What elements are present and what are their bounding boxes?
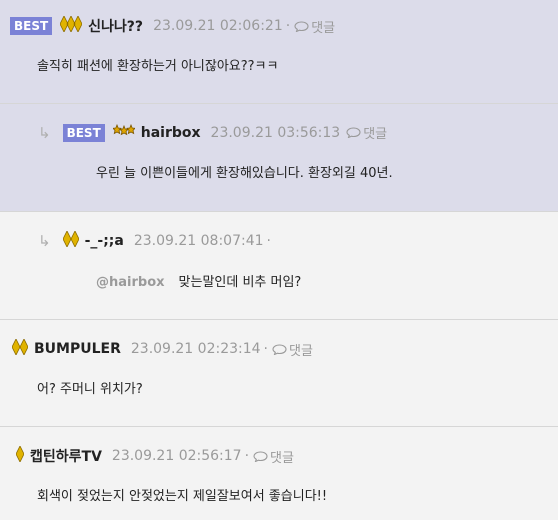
comment-date: 23.09.21 02:56:17 [111, 448, 242, 464]
best-badge: BEST [62, 123, 105, 142]
comment-date: 23.09.21 02:23:14 [130, 341, 261, 357]
comment-date: 23.09.21 03:56:13 [210, 124, 341, 141]
reply-button[interactable]: 댓글 [253, 447, 294, 466]
comment-item: 캡틴하루TV 23.09.21 02:56:17 · 댓글 회색이 젖었는지 안… [0, 427, 558, 520]
level-icon [111, 123, 136, 142]
reply-button[interactable]: 댓글 [346, 123, 387, 142]
separator-dot: · [266, 233, 271, 249]
separator-dot: · [285, 18, 291, 34]
author-nickname[interactable]: hairbox [141, 125, 201, 141]
speech-bubble-icon [253, 450, 268, 462]
reply-button[interactable]: 댓글 [272, 340, 313, 359]
author-nickname[interactable]: 캡틴하루TV [30, 446, 102, 466]
level-icon [15, 445, 25, 466]
level-icon [11, 338, 29, 359]
comment-text: 맞는말인데 비추 머임? [178, 275, 302, 290]
comment-text: 솔직히 패션에 환장하는거 아니잖아요??ㅋㅋ [37, 59, 279, 74]
level-icon [62, 230, 80, 251]
comment-date: 23.09.21 02:06:21 [153, 18, 283, 34]
reply-item: ↳ -_-;;a 23.09.21 08:07:41 · @hairbox 맞는말… [0, 212, 558, 320]
speech-bubble-icon [272, 343, 287, 355]
comment-item: BEST 신나나?? 23.09.21 02:06:21 · 댓글 솔직히 패션… [0, 0, 558, 104]
speech-bubble-icon [294, 20, 309, 32]
best-badge: BEST [10, 17, 53, 35]
comment-date: 23.09.21 08:07:41 [133, 233, 264, 249]
level-icon [59, 15, 83, 36]
reply-arrow-icon: ↳ [38, 232, 51, 250]
author-nickname[interactable]: -_-;;a [85, 233, 124, 249]
author-nickname[interactable]: BUMPULER [34, 341, 121, 357]
comment-text: 회색이 젖었는지 안젖었는지 제일잘보여서 좋습니다!! [37, 489, 328, 504]
reply-button[interactable]: 댓글 [294, 17, 335, 36]
author-nickname[interactable]: 신나나?? [88, 16, 143, 36]
comment-text: 우린 늘 이쁜이들에게 환장해있습니다. 환장외길 40년. [96, 166, 393, 181]
reply-label: 댓글 [270, 450, 294, 466]
reply-arrow-icon: ↳ [38, 123, 51, 142]
reply-label: 댓글 [289, 343, 313, 359]
reply-label: 댓글 [363, 127, 388, 142]
comment-text: 어? 주머니 위치가? [37, 382, 143, 397]
comment-item: BUMPULER 23.09.21 02:23:14 · 댓글 어? 주머니 위… [0, 320, 558, 427]
separator-dot: · [263, 341, 268, 357]
mention-link[interactable]: @hairbox [96, 275, 165, 290]
separator-dot: · [244, 448, 250, 464]
speech-bubble-icon [346, 127, 361, 138]
reply-label: 댓글 [311, 20, 336, 36]
reply-item: ↳ BEST hairbox 23.09.21 03:56:13 댓글 우린 늘… [0, 104, 558, 212]
